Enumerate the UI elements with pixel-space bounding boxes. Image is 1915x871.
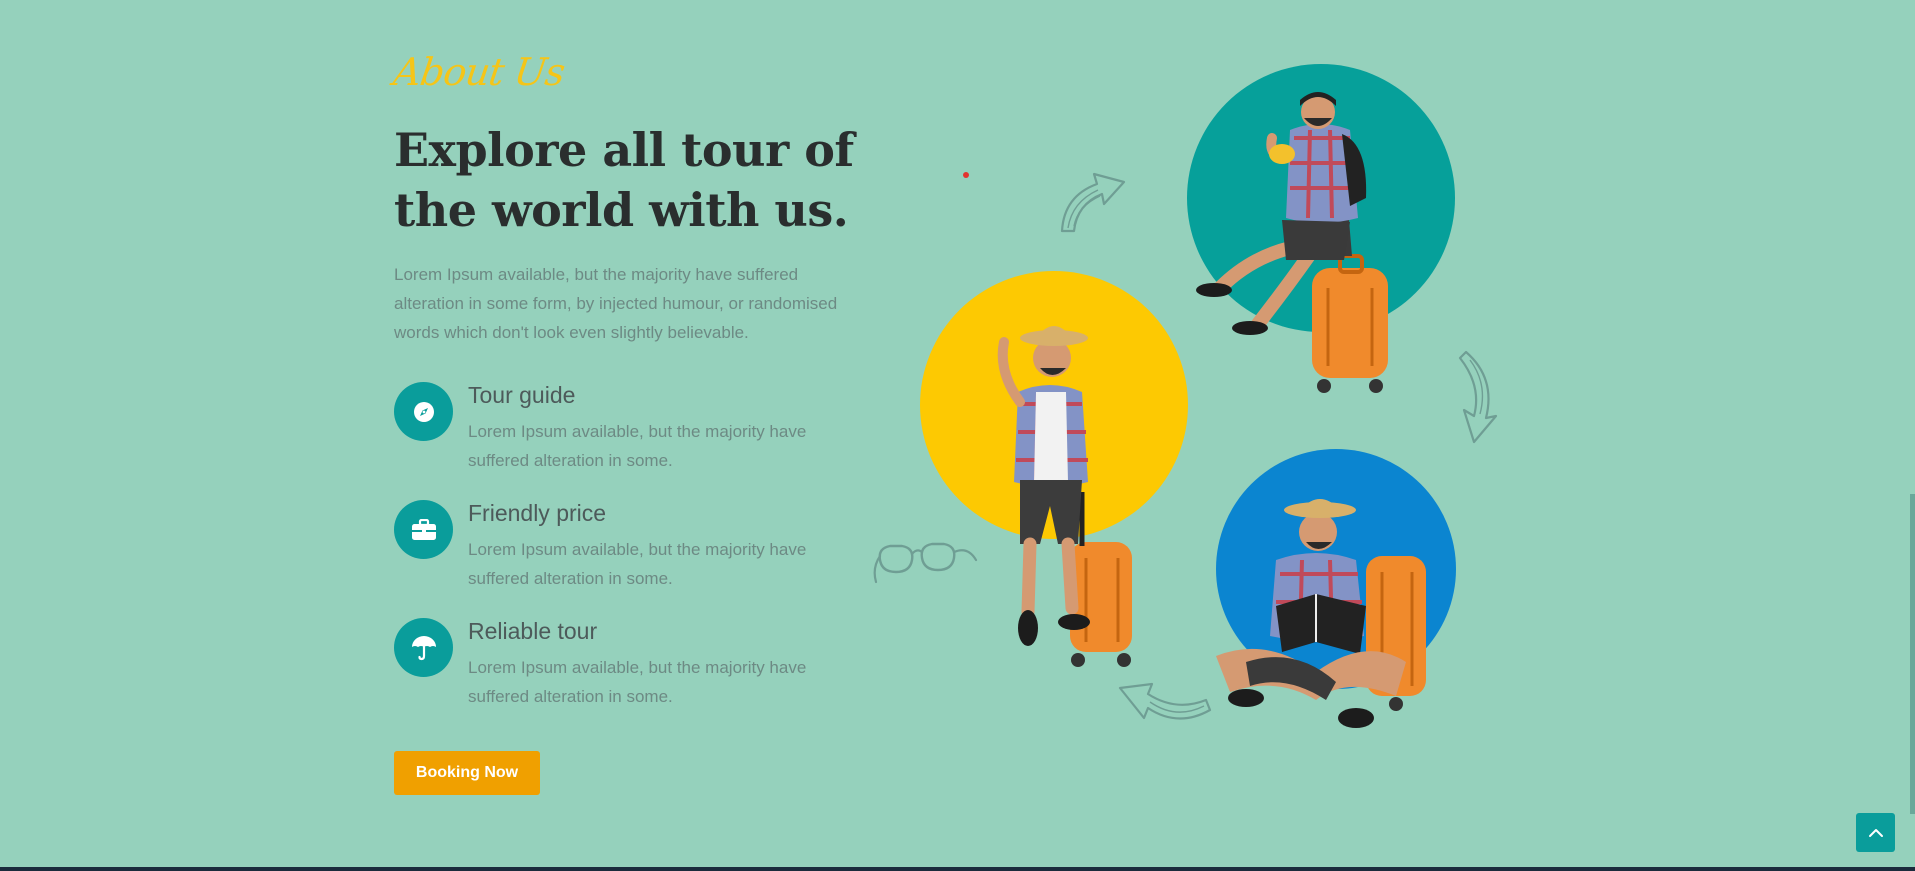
curved-arrow-icon bbox=[1060, 172, 1126, 233]
traveler-sitting-image bbox=[1196, 92, 1388, 393]
feature-description: Lorem Ipsum available, but the majority … bbox=[468, 422, 807, 470]
feature-title: Tour guide bbox=[468, 382, 576, 408]
sunglasses-icon bbox=[873, 542, 978, 584]
decorative-dot bbox=[963, 172, 969, 178]
traveler-reading-image bbox=[1216, 499, 1426, 728]
about-section: About Us Explore all tour of the world w… bbox=[0, 0, 1915, 871]
curved-arrow-left-icon bbox=[1118, 682, 1212, 720]
feature-title: Friendly price bbox=[468, 500, 607, 526]
briefcase-icon bbox=[394, 500, 453, 559]
scrollbar-thumb[interactable] bbox=[1910, 494, 1915, 814]
umbrella-icon bbox=[394, 618, 453, 677]
section-intro: Lorem Ipsum available, but the majority … bbox=[394, 265, 838, 342]
feature-description: Lorem Ipsum available, but the majority … bbox=[468, 658, 807, 706]
feature-friendly-price: Friendly price Lorem Ipsum available, bu… bbox=[394, 500, 874, 600]
curved-arrow-down-icon bbox=[1458, 350, 1498, 444]
section-headline: Explore all tour of the world with us. bbox=[394, 123, 854, 237]
scroll-to-top-button[interactable] bbox=[1856, 813, 1895, 852]
traveler-standing-image bbox=[997, 326, 1132, 667]
chevron-up-icon bbox=[1868, 828, 1883, 837]
feature-tour-guide: Tour guide Lorem Ipsum available, but th… bbox=[394, 382, 874, 482]
feature-description: Lorem Ipsum available, but the majority … bbox=[468, 540, 807, 588]
compass-icon bbox=[394, 382, 453, 441]
section-script-label: About Us bbox=[390, 50, 568, 94]
feature-reliable-tour: Reliable tour Lorem Ipsum available, but… bbox=[394, 618, 874, 718]
booking-now-button[interactable]: Booking Now bbox=[394, 751, 540, 795]
feature-title: Reliable tour bbox=[468, 618, 598, 644]
footer-edge bbox=[0, 867, 1915, 871]
